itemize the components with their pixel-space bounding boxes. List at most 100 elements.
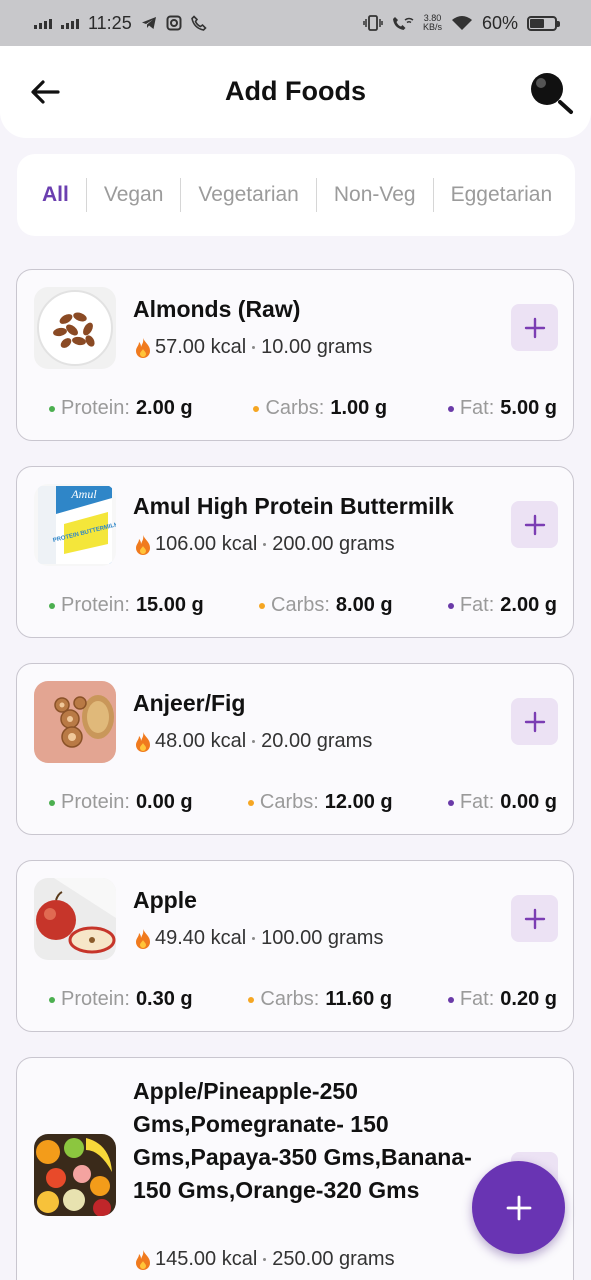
macro-protein: Protein: 15.00 g bbox=[49, 594, 204, 617]
food-image-buttermilk: Amul PROTEIN BUTTERMILK bbox=[34, 484, 116, 566]
food-meta: 48.00 kcal 20.00 grams bbox=[133, 730, 372, 753]
food-image-almonds bbox=[34, 287, 116, 369]
protein-label: Protein: bbox=[61, 594, 130, 616]
app-header: Add Foods bbox=[0, 46, 591, 138]
signal-icon-2 bbox=[61, 17, 79, 29]
protein-value: 0.00 g bbox=[135, 791, 193, 813]
food-quantity: 200.00 grams bbox=[272, 533, 395, 555]
macro-carbs: Carbs: 1.00 g bbox=[253, 397, 387, 420]
fire-icon bbox=[136, 731, 150, 752]
protein-dot bbox=[49, 996, 55, 1003]
food-name: Almonds (Raw) bbox=[133, 296, 301, 322]
carbs-label: Carbs: bbox=[260, 988, 320, 1010]
fat-dot bbox=[447, 996, 454, 1003]
battery-percent: 60% bbox=[481, 12, 518, 33]
food-kcal: 48.00 kcal bbox=[155, 730, 247, 752]
macro-row: Protein: 0.00 g Carbs: 12.00 g Fat: 0.00 g bbox=[49, 791, 557, 814]
protein-dot bbox=[49, 405, 55, 412]
food-image-apple bbox=[34, 878, 116, 960]
protein-label: Protein: bbox=[61, 397, 130, 419]
food-card[interactable]: Amul PROTEIN BUTTERMILK Amul High Protein… bbox=[16, 466, 574, 638]
macro-row: Protein: 0.30 g Carbs: 11.60 g Fat: 0.20 g bbox=[49, 988, 557, 1011]
food-card[interactable]: Apple 49.40 kcal 100.00 grams Protein: 0.3… bbox=[16, 860, 574, 1032]
fat-dot bbox=[447, 602, 454, 609]
page-title: Add Foods bbox=[225, 76, 366, 106]
food-image-fig bbox=[34, 681, 116, 763]
carbs-dot bbox=[247, 799, 254, 806]
food-card[interactable]: Anjeer/Fig 48.00 kcal 20.00 grams Protein… bbox=[16, 663, 574, 835]
food-kcal: 57.00 kcal bbox=[155, 336, 247, 358]
vibrate-icon bbox=[363, 15, 383, 31]
macro-row: Protein: 15.00 g Carbs: 8.00 g Fat: 2.00 g bbox=[49, 594, 557, 617]
search-button[interactable] bbox=[527, 70, 575, 116]
tab-non-veg[interactable]: Non-Veg bbox=[317, 183, 433, 207]
wifi-call-icon bbox=[392, 17, 414, 30]
macro-fat: Fat: 0.00 g bbox=[447, 791, 557, 814]
food-quantity: 10.00 grams bbox=[261, 336, 373, 358]
protein-dot bbox=[49, 602, 55, 609]
status-bar: 11:25 3.80 KB/s 60% bbox=[0, 0, 591, 46]
food-quantity: 250.00 grams bbox=[272, 1248, 395, 1270]
add-food-button[interactable] bbox=[511, 895, 558, 942]
fat-label: Fat: bbox=[459, 397, 495, 419]
wifi-icon bbox=[451, 16, 472, 30]
food-meta: 49.40 kcal 100.00 grams bbox=[133, 927, 383, 950]
macro-protein: Protein: 0.30 g bbox=[49, 988, 193, 1011]
plus-icon bbox=[506, 1195, 531, 1220]
fat-label: Fat: bbox=[459, 791, 495, 813]
status-time: 11:25 bbox=[88, 12, 132, 33]
tab-eggetarian[interactable]: Eggetarian bbox=[434, 183, 570, 207]
separator-dot bbox=[252, 937, 256, 940]
fat-label: Fat: bbox=[459, 594, 495, 616]
carbs-dot bbox=[248, 996, 255, 1003]
add-food-button[interactable] bbox=[511, 698, 558, 745]
food-card[interactable]: Apple/Pineapple-250 Gms,Pomegranate- 150… bbox=[16, 1057, 574, 1280]
food-quantity: 100.00 grams bbox=[261, 927, 384, 949]
carbs-dot bbox=[253, 405, 260, 412]
food-name: Amul High Protein Buttermilk bbox=[133, 493, 454, 519]
network-speed: 3.80 KB/s bbox=[423, 14, 442, 32]
protein-value: 0.30 g bbox=[135, 988, 193, 1010]
food-meta: 145.00 kcal 250.00 grams bbox=[133, 1248, 395, 1271]
macro-carbs: Carbs: 8.00 g bbox=[259, 594, 393, 617]
filter-tabs: All Vegan Vegetarian Non-Veg Eggetarian bbox=[17, 154, 575, 236]
carbs-label: Carbs: bbox=[265, 397, 325, 419]
carbs-label: Carbs: bbox=[259, 791, 319, 813]
plus-icon bbox=[524, 711, 545, 732]
plus-icon bbox=[524, 514, 545, 535]
fire-icon bbox=[136, 928, 150, 949]
macro-protein: Protein: 2.00 g bbox=[49, 397, 193, 420]
search-icon bbox=[531, 73, 573, 114]
food-meta: 106.00 kcal 200.00 grams bbox=[133, 533, 395, 556]
carbs-value: 8.00 g bbox=[335, 594, 393, 616]
fire-icon bbox=[136, 337, 150, 358]
food-quantity: 20.00 grams bbox=[261, 730, 373, 752]
tab-vegan[interactable]: Vegan bbox=[87, 183, 181, 207]
fat-dot bbox=[447, 799, 454, 806]
food-image-fruit-mix bbox=[34, 1134, 116, 1216]
tab-all[interactable]: All bbox=[25, 183, 86, 207]
protein-dot bbox=[49, 799, 55, 806]
phone-call-icon bbox=[190, 15, 207, 31]
plus-icon bbox=[524, 317, 545, 338]
fire-icon bbox=[136, 1249, 150, 1270]
food-name: Apple bbox=[133, 887, 197, 913]
macro-carbs: Carbs: 12.00 g bbox=[247, 791, 393, 814]
add-custom-food-fab[interactable] bbox=[472, 1161, 565, 1254]
macro-protein: Protein: 0.00 g bbox=[49, 791, 193, 814]
carbs-dot bbox=[259, 602, 265, 609]
tab-vegetarian[interactable]: Vegetarian bbox=[181, 183, 315, 207]
macro-carbs: Carbs: 11.60 g bbox=[248, 988, 392, 1011]
food-kcal: 49.40 kcal bbox=[155, 927, 247, 949]
food-meta: 57.00 kcal 10.00 grams bbox=[133, 336, 372, 359]
carbs-label: Carbs: bbox=[271, 594, 330, 616]
food-card[interactable]: Almonds (Raw) 57.00 kcal 10.00 grams Prot… bbox=[16, 269, 574, 441]
carbs-value: 11.60 g bbox=[325, 988, 393, 1010]
add-food-button[interactable] bbox=[511, 304, 558, 351]
separator-dot bbox=[263, 543, 267, 546]
add-food-button[interactable] bbox=[511, 501, 558, 548]
fat-value: 5.00 g bbox=[500, 397, 557, 419]
carbs-value: 12.00 g bbox=[324, 791, 393, 813]
macro-fat: Fat: 0.20 g bbox=[447, 988, 557, 1011]
fat-value: 2.00 g bbox=[500, 594, 557, 616]
